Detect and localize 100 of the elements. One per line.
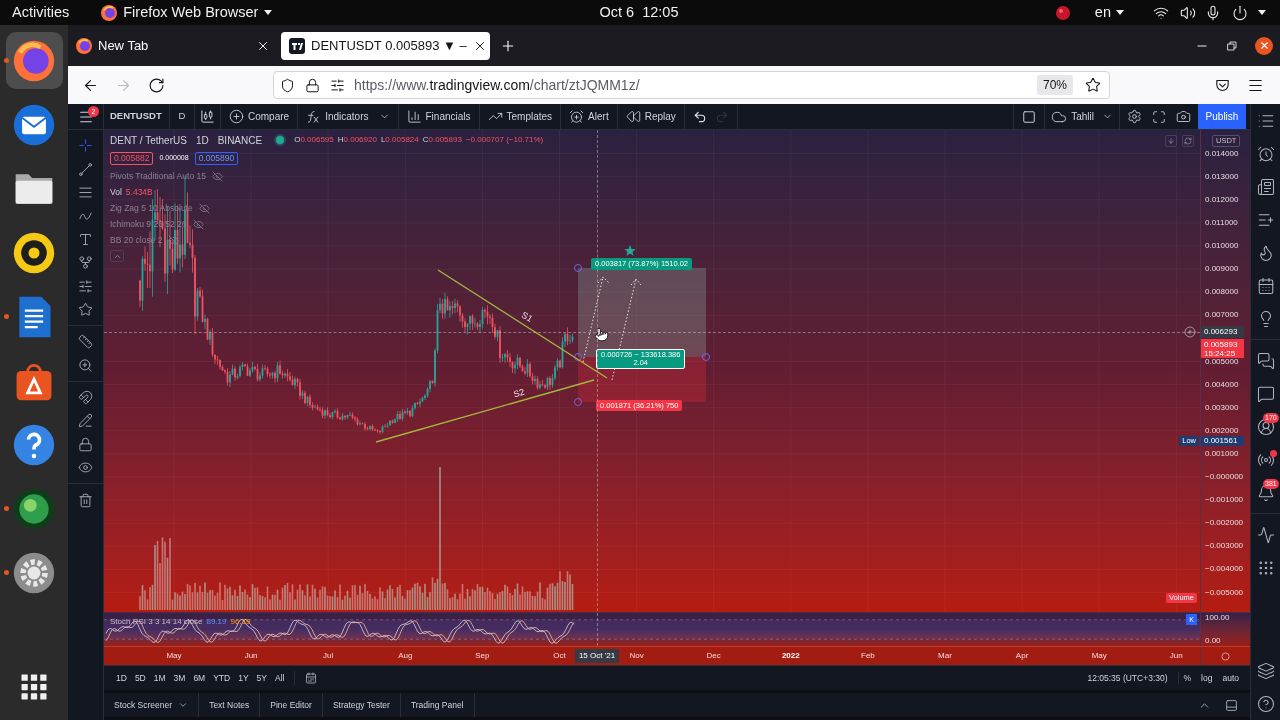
profit-zone[interactable] (578, 268, 706, 357)
plus-circle-icon[interactable] (229, 109, 244, 124)
zoom-level-badge[interactable]: 70% (1036, 75, 1073, 95)
volume-icon[interactable] (1180, 4, 1196, 21)
scale-option[interactable]: log (1196, 669, 1218, 687)
microphone-icon[interactable] (1205, 4, 1221, 21)
dock-item[interactable] (5, 32, 63, 89)
letter-t-icon[interactable] (78, 231, 93, 247)
toolbar-button[interactable]: Compare (221, 104, 299, 129)
price-axis[interactable] (1200, 130, 1250, 612)
zigzag-icon[interactable] (1256, 525, 1275, 544)
plus-circle-icon[interactable] (1184, 326, 1196, 338)
range-button[interactable]: 5Y (252, 669, 271, 687)
browser-tab[interactable]: DENTUSDT 0.005893 ▼ – (281, 31, 490, 60)
toolbar-button[interactable]: Alert (561, 104, 618, 129)
undo-icon[interactable] (692, 109, 707, 124)
alarm-clock-icon[interactable] (569, 109, 585, 124)
permissions-icon[interactable] (330, 77, 345, 93)
toolbar-button[interactable]: Financials (398, 104, 480, 129)
resize-handle[interactable] (574, 398, 582, 406)
rewind-icon[interactable] (625, 109, 641, 124)
chat-bubble-icon[interactable] (1256, 384, 1275, 403)
scale-option[interactable]: % (1178, 669, 1197, 687)
indicator-label[interactable]: Vol 5.434B (110, 185, 153, 199)
resize-handle[interactable] (702, 353, 710, 361)
restore-icon[interactable] (1226, 39, 1238, 52)
fullscreen-icon[interactable] (1152, 109, 1166, 124)
eye-off-icon[interactable] (192, 218, 204, 230)
ruler-icon[interactable] (78, 334, 93, 350)
lock-icon[interactable] (305, 77, 320, 93)
alarm-clock-icon[interactable] (1256, 144, 1275, 163)
address-bar[interactable]: https://www.tradingview.com/chart/ztJQMM1z/ 70% (273, 71, 1110, 99)
layout-button[interactable]: Tahlil (1045, 104, 1120, 129)
layers-icon[interactable] (1256, 661, 1275, 680)
fork-icon[interactable] (78, 255, 93, 271)
symbol-button[interactable]: DENTUSDT (104, 104, 170, 129)
close-window-button[interactable] (1255, 36, 1273, 55)
eye-off-icon[interactable] (168, 234, 180, 246)
browser-tab[interactable]: New Tab (68, 31, 277, 60)
range-button[interactable]: 5D (130, 669, 150, 687)
star-icon[interactable] (78, 301, 93, 317)
resize-handle[interactable] (574, 264, 582, 272)
candlestick-icon[interactable] (200, 109, 215, 124)
trend-line-icon[interactable] (78, 161, 93, 177)
camera-icon[interactable] (1176, 109, 1191, 124)
sliders-icon[interactable] (78, 278, 93, 294)
circle-icon[interactable] (1221, 651, 1230, 661)
zoom-in-icon[interactable] (78, 357, 93, 373)
pencil-icon[interactable] (78, 413, 93, 429)
range-button[interactable]: All (271, 669, 289, 687)
power-icon[interactable] (1232, 4, 1248, 21)
lock-icon[interactable] (78, 436, 93, 452)
eye-off-icon[interactable] (198, 202, 210, 214)
language-menu[interactable]: en (1094, 1, 1124, 24)
toolbar-button[interactable]: Replay (617, 104, 685, 129)
timezone-clock[interactable]: 12:05:35 (UTC+3:30) (1087, 671, 1179, 685)
chart-pane[interactable] (104, 130, 1200, 612)
range-button[interactable]: 1D (112, 669, 131, 687)
magnet-icon[interactable] (78, 390, 93, 406)
panel-tab[interactable]: Trading Panel (400, 693, 475, 717)
panel-tab[interactable]: Strategy Tester (322, 693, 401, 717)
sell-price-button[interactable]: 0.005882 (110, 151, 154, 165)
trend-line[interactable] (375, 379, 595, 443)
publish-button[interactable]: Publish (1198, 104, 1246, 129)
reload-icon[interactable] (147, 76, 165, 94)
range-button[interactable]: 6M (189, 669, 210, 687)
refresh-icon[interactable] (1182, 135, 1194, 147)
range-button[interactable]: 1M (149, 669, 170, 687)
interval-button[interactable]: D (170, 104, 195, 129)
range-button[interactable]: 3M (169, 669, 190, 687)
scale-option[interactable]: auto (1217, 669, 1244, 687)
range-button[interactable]: YTD (209, 669, 235, 687)
panel-tab[interactable]: Text Notes (199, 693, 261, 717)
app-menu[interactable]: Firefox Web Browser (101, 1, 273, 24)
square-icon[interactable] (1022, 109, 1037, 124)
chat-bubbles-icon[interactable] (1256, 351, 1275, 370)
shield-icon[interactable] (280, 77, 295, 93)
panel-tab[interactable]: Stock Screener (104, 693, 200, 717)
panel-icon[interactable] (1225, 698, 1238, 712)
clock[interactable]: Oct 6 12:05 (599, 1, 679, 24)
help-icon[interactable] (1256, 694, 1275, 713)
trash-icon[interactable] (78, 492, 93, 508)
bell-icon[interactable] (1256, 483, 1275, 502)
resize-handle[interactable] (574, 353, 582, 361)
calendar-icon[interactable] (305, 672, 318, 684)
symbol-title[interactable]: DENT / TetherUS (110, 132, 187, 148)
range-button[interactable]: 1Y (234, 669, 253, 687)
buy-price-button[interactable]: 0.005890 (194, 151, 239, 165)
calendar-icon[interactable] (1256, 276, 1275, 295)
dots-icon[interactable] (1256, 558, 1275, 577)
toolbar-button[interactable]: Indicators (298, 104, 399, 129)
star-icon[interactable] (1085, 77, 1101, 93)
settings-icon[interactable] (1127, 109, 1142, 124)
eye-off-icon[interactable] (211, 170, 223, 182)
horizontal-lines-icon[interactable] (78, 184, 93, 200)
newspaper-icon[interactable] (1256, 177, 1275, 196)
eye-icon[interactable] (78, 460, 93, 476)
toolbar-button[interactable]: Templates (479, 104, 562, 129)
crosshair-icon[interactable] (78, 138, 93, 154)
panel-tab[interactable]: Pine Editor (260, 693, 323, 717)
